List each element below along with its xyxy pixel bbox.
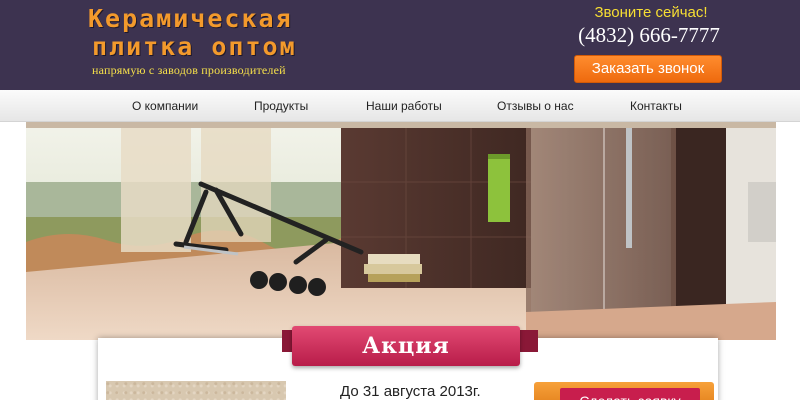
hero-banner-image <box>26 122 776 340</box>
make-request-button[interactable]: Сделать заявку <box>534 382 714 400</box>
hero-banner <box>26 122 776 340</box>
nav-item-about[interactable]: О компании <box>132 90 198 122</box>
promo-date-text: До 31 августа 2013г. <box>340 383 481 400</box>
nav-item-reviews[interactable]: Отзывы о нас <box>497 90 574 122</box>
call-now-label: Звоните сейчас! <box>594 4 708 21</box>
promo-ribbon-title: Акция <box>292 326 520 366</box>
make-request-label[interactable]: Сделать заявку <box>560 388 700 400</box>
nav-item-products[interactable]: Продукты <box>254 90 308 122</box>
nav-item-contacts[interactable]: Контакты <box>630 90 682 122</box>
site-header: Керамическая плитка оптом напрямую с зав… <box>0 0 800 90</box>
nav-item-our-works[interactable]: Наши работы <box>366 90 442 122</box>
phone-number: (4832) 666-7777 <box>578 23 720 47</box>
order-call-button[interactable]: Заказать звонок <box>574 55 722 83</box>
tile-sample-image <box>106 381 286 400</box>
main-nav: О компании Продукты Наши работы Отзывы о… <box>0 90 800 122</box>
logo-title-line2[interactable]: плитка оптом <box>92 32 297 61</box>
logo-subtitle: напрямую с заводов производителей <box>92 63 286 77</box>
logo-title-line1[interactable]: Керамическая <box>88 4 293 33</box>
